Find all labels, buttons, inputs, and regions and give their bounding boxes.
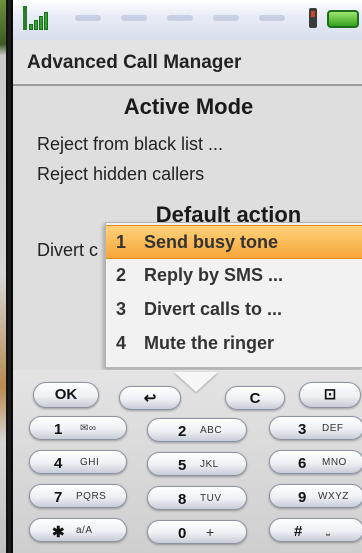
key-hash[interactable]: # ⎵ (269, 518, 362, 542)
key-digit: 6 (298, 455, 307, 472)
menu-item-label: Mute the ringer (144, 333, 275, 353)
key-letters: ✉∞ (80, 423, 97, 434)
menu-item-label: Divert calls to ... (144, 299, 283, 319)
default-action-value[interactable]: Divert c (37, 240, 98, 261)
status-divider (259, 15, 285, 21)
key-6[interactable]: 6 MNO (269, 450, 362, 474)
menu-item-label: Send busy tone (144, 232, 279, 252)
key-letters: PQRS (76, 491, 107, 502)
key-letters: + (206, 524, 215, 540)
key-0[interactable]: 0 + (147, 520, 247, 544)
key-4[interactable]: 4 GHI (29, 450, 127, 474)
menu-icon[interactable]: ⊡ (299, 382, 361, 408)
key-letters: MNO (322, 457, 347, 468)
key-digit: 0 (178, 525, 187, 542)
key-letters: DEF (322, 423, 344, 434)
key-digit: 3 (298, 421, 307, 438)
signal-strength-icon (23, 6, 51, 32)
phone-screen: Advanced Call Manager Active Mode Reject… (11, 0, 362, 553)
key-5[interactable]: 5 JKL (147, 452, 247, 476)
status-divider (121, 15, 147, 21)
key-1[interactable]: 1 ✉∞ (29, 416, 127, 440)
key-letters: TUV (200, 493, 222, 504)
status-bar (13, 0, 362, 40)
key-7[interactable]: 7 PQRS (29, 484, 127, 508)
menu-item-number: 4 (116, 333, 127, 353)
reject-hidden-callers-option[interactable]: Reject hidden callers (37, 164, 204, 185)
status-divider (213, 15, 239, 21)
key-digit: # (294, 523, 303, 540)
key-letters: ⎵ (326, 525, 331, 536)
back-arrow-icon[interactable]: ↩ (119, 386, 181, 410)
key-digit: 7 (54, 489, 63, 506)
menu-item-mute-ringer[interactable]: 4 Mute the ringer (106, 327, 362, 361)
clear-key[interactable]: C (225, 386, 285, 410)
nav-down-arrow-icon[interactable] (174, 372, 218, 392)
key-letters: ABC (200, 425, 223, 436)
key-digit: 2 (178, 423, 187, 440)
keypad: OK ↩ C ⊡ 1 ✉∞ 2 ABC 3 DEF 4 GHI 5 JKL 6 … (13, 370, 362, 553)
ok-soft-key[interactable]: OK (33, 382, 99, 408)
key-digit: ✱ (52, 524, 65, 541)
key-digit: 9 (298, 489, 307, 506)
app-title: Advanced Call Manager (13, 40, 362, 86)
battery-icon (327, 10, 359, 28)
menu-item-number: 2 (116, 265, 127, 285)
status-divider (167, 15, 193, 21)
key-star[interactable]: ✱ a/A (29, 518, 127, 542)
menu-item-number: 3 (116, 299, 127, 319)
key-3[interactable]: 3 DEF (269, 416, 362, 440)
key-letters: GHI (80, 457, 100, 468)
key-letters: a/A (76, 525, 93, 536)
key-letters: WXYZ (318, 491, 349, 502)
menu-item-send-busy-tone[interactable]: 1 Send busy tone (106, 225, 362, 259)
key-9[interactable]: 9 WXYZ (269, 484, 362, 508)
key-digit: 5 (178, 457, 187, 474)
phone-status-icon (306, 6, 320, 30)
status-divider (75, 15, 101, 21)
key-letters: JKL (200, 459, 219, 470)
key-2[interactable]: 2 ABC (147, 418, 247, 442)
key-digit: 1 (54, 421, 63, 438)
menu-item-divert-calls[interactable]: 3 Divert calls to ... (106, 293, 362, 327)
active-mode-heading: Active Mode (123, 94, 254, 119)
default-action-menu: 1 Send busy tone 2 Reply by SMS ... 3 Di… (105, 222, 362, 368)
menu-item-label: Reply by SMS ... (144, 265, 284, 285)
reject-black-list-option[interactable]: Reject from black list ... (37, 134, 223, 155)
key-8[interactable]: 8 TUV (147, 486, 247, 510)
menu-item-number: 1 (116, 232, 127, 252)
menu-item-reply-by-sms[interactable]: 2 Reply by SMS ... (106, 259, 362, 293)
background-window-edge (0, 0, 8, 553)
key-digit: 4 (54, 455, 63, 472)
key-digit: 8 (178, 491, 187, 508)
